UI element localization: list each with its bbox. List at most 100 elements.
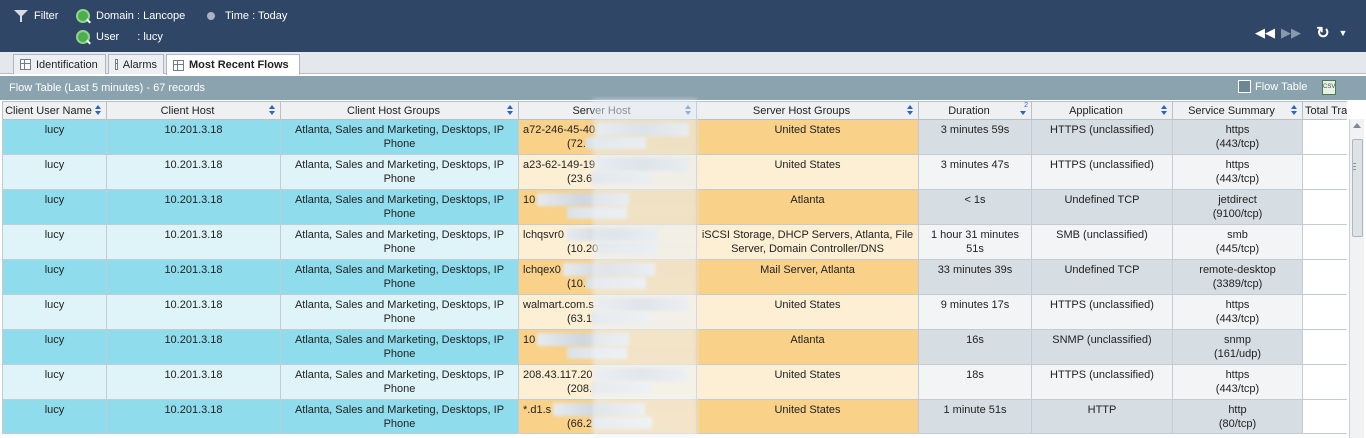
cell-total-traffic[interactable] [1302,364,1347,400]
cell-client-host-groups[interactable]: Atlanta, Sales and Marketing, Desktops, … [280,399,519,434]
cell-client-host[interactable]: 10.201.3.18 [106,364,281,400]
cell-service-summary[interactable]: remote-desktop (3389/tcp) [1172,259,1303,295]
cell-service-summary[interactable]: https (443/tcp) [1172,119,1303,155]
tab-most-recent-flows[interactable]: Most Recent Flows [166,54,300,75]
csv-export-button[interactable]: CSV [1322,80,1336,95]
cell-client-user-name[interactable]: lucy [2,224,107,260]
cell-server-host[interactable]: a72-246-45-40 (72. [518,119,697,155]
cell-server-host[interactable]: 208.43.117.20 (208. [518,364,697,400]
cell-client-host-groups[interactable]: Atlanta, Sales and Marketing, Desktops, … [280,154,519,190]
cell-client-host[interactable]: 10.201.3.18 [106,119,281,155]
tab-alarms[interactable]: Alarms [108,54,164,74]
cell-duration[interactable]: 33 minutes 39s [918,259,1032,295]
cell-duration[interactable]: 3 minutes 47s [918,154,1032,190]
cell-client-host-groups[interactable]: Atlanta, Sales and Marketing, Desktops, … [280,364,519,400]
cell-server-host-groups[interactable]: iSCSI Storage, DHCP Servers, Atlanta, Fi… [696,224,919,260]
column-header-duration[interactable]: Duration 2 [918,101,1032,120]
cell-client-host[interactable]: 10.201.3.18 [106,259,281,295]
column-header-client-host-groups[interactable]: Client Host Groups [280,101,519,120]
filter-button[interactable]: Filter [14,10,58,22]
cell-application[interactable]: SNMP (unclassified) [1031,329,1173,365]
scrollbar-thumb[interactable] [1352,139,1363,237]
flow-table-button[interactable]: Flow Table [1238,80,1307,93]
cell-server-host-groups[interactable]: United States [696,154,919,190]
cell-client-user-name[interactable]: lucy [2,294,107,330]
cell-total-traffic[interactable] [1302,119,1347,155]
cell-application[interactable]: HTTP [1031,399,1173,434]
cell-server-host[interactable]: 10 [518,329,697,365]
table-row[interactable]: lucy 10.201.3.18 Atlanta, Sales and Market… [2,154,1347,190]
cell-client-host[interactable]: 10.201.3.18 [106,154,281,190]
cell-client-host-groups[interactable]: Atlanta, Sales and Marketing, Desktops, … [280,294,519,330]
sort-icon[interactable] [685,105,692,116]
cell-duration[interactable]: 1 minute 51s [918,399,1032,434]
cell-client-host-groups[interactable]: Atlanta, Sales and Marketing, Desktops, … [280,119,519,155]
cell-application[interactable]: HTTPS (unclassified) [1031,154,1173,190]
table-row[interactable]: lucy 10.201.3.18 Atlanta, Sales and Market… [2,259,1347,295]
cell-client-user-name[interactable]: lucy [2,189,107,225]
chevron-down-icon[interactable]: ▼ [1334,24,1352,42]
cell-application[interactable]: Undefined TCP [1031,259,1173,295]
cell-client-host-groups[interactable]: Atlanta, Sales and Marketing, Desktops, … [280,224,519,260]
cell-duration[interactable]: 9 minutes 17s [918,294,1032,330]
cell-application[interactable]: SMB (unclassified) [1031,224,1173,260]
cell-client-host[interactable]: 10.201.3.18 [106,329,281,365]
cell-application[interactable]: HTTPS (unclassified) [1031,119,1173,155]
cell-client-user-name[interactable]: lucy [2,399,107,434]
fast-forward-icon[interactable]: ▶▶ [1281,24,1301,42]
cell-application[interactable]: HTTPS (unclassified) [1031,294,1173,330]
table-row[interactable]: lucy 10.201.3.18 Atlanta, Sales and Market… [2,364,1347,400]
table-row[interactable]: lucy 10.201.3.18 Atlanta, Sales and Market… [2,189,1347,225]
cell-client-host-groups[interactable]: Atlanta, Sales and Marketing, Desktops, … [280,329,519,365]
cell-server-host-groups[interactable]: United States [696,294,919,330]
table-row[interactable]: lucy 10.201.3.18 Atlanta, Sales and Market… [2,294,1347,330]
sort-icon[interactable] [269,105,276,116]
sort-icon[interactable] [1161,105,1168,116]
cell-client-user-name[interactable]: lucy [2,329,107,365]
cell-service-summary[interactable]: https (443/tcp) [1172,154,1303,190]
cell-service-summary[interactable]: http (80/tcp) [1172,399,1303,434]
column-header-total-traffic[interactable]: Total Tra [1302,101,1347,120]
sort-icon[interactable] [507,105,514,116]
cell-client-host[interactable]: 10.201.3.18 [106,224,281,260]
cell-client-host[interactable]: 10.201.3.18 [106,399,281,434]
column-header-server-host[interactable]: Server Host [518,101,697,120]
column-header-client-user-name[interactable]: Client User Name [2,101,107,120]
cell-client-host[interactable]: 10.201.3.18 [106,294,281,330]
column-header-client-host[interactable]: Client Host [106,101,281,120]
cell-total-traffic[interactable] [1302,189,1347,225]
time-filter[interactable]: Time : Today [207,10,287,22]
scroll-up-icon[interactable] [1353,123,1361,128]
cell-duration[interactable]: 18s [918,364,1032,400]
column-header-service-summary[interactable]: Service Summary [1172,101,1303,120]
cell-service-summary[interactable]: https (443/tcp) [1172,294,1303,330]
cell-service-summary[interactable]: https (443/tcp) [1172,364,1303,400]
cell-total-traffic[interactable] [1302,154,1347,190]
cell-server-host-groups[interactable]: Mail Server, Atlanta [696,259,919,295]
cell-application[interactable]: HTTPS (unclassified) [1031,364,1173,400]
column-header-server-host-groups[interactable]: Server Host Groups [696,101,919,120]
cell-duration[interactable]: 1 hour 31 minutes 51s [918,224,1032,260]
vertical-scrollbar[interactable] [1349,119,1364,438]
cell-total-traffic[interactable] [1302,294,1347,330]
cell-server-host-groups[interactable]: United States [696,119,919,155]
cell-service-summary[interactable]: jetdirect (9100/tcp) [1172,189,1303,225]
cell-total-traffic[interactable] [1302,329,1347,365]
sort-icon[interactable] [907,105,914,116]
sort-icon[interactable] [1291,105,1298,116]
cell-server-host[interactable]: lchqex0 (10. [518,259,697,295]
cell-duration[interactable]: < 1s [918,189,1032,225]
cell-duration[interactable]: 3 minutes 59s [918,119,1032,155]
cell-server-host[interactable]: *.d1.s (66.2 [518,399,697,434]
cell-server-host[interactable]: 10 [518,189,697,225]
refresh-icon[interactable]: ↻ [1314,24,1332,42]
tab-identification[interactable]: Identification [13,54,106,74]
table-row[interactable]: lucy 10.201.3.18 Atlanta, Sales and Market… [2,119,1347,155]
cell-total-traffic[interactable] [1302,259,1347,295]
table-row[interactable]: lucy 10.201.3.18 Atlanta, Sales and Market… [2,224,1347,260]
rewind-icon[interactable]: ◀◀ [1255,24,1275,42]
cell-service-summary[interactable]: snmp (161/udp) [1172,329,1303,365]
cell-application[interactable]: Undefined TCP [1031,189,1173,225]
cell-client-host-groups[interactable]: Atlanta, Sales and Marketing, Desktops, … [280,189,519,225]
cell-service-summary[interactable]: smb (445/tcp) [1172,224,1303,260]
